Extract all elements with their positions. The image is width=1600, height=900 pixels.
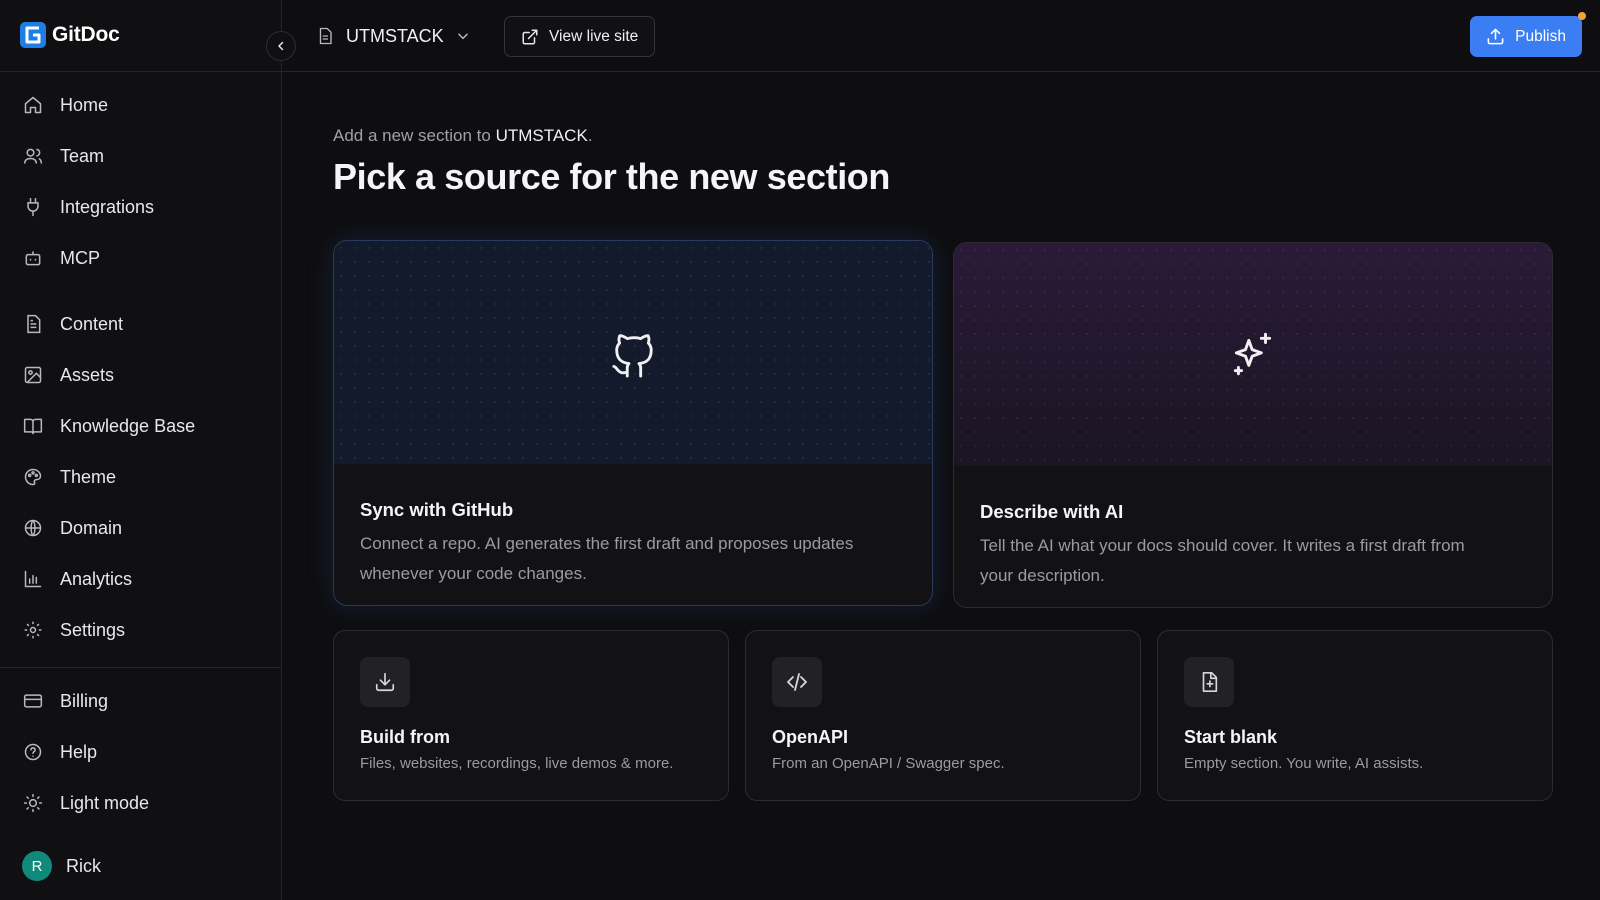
subtitle-suffix: . [587,126,593,145]
user-menu[interactable]: R Rick [22,850,262,882]
card-hero [334,241,932,464]
globe-icon [22,517,44,539]
book-icon [22,415,44,437]
card-description: Files, websites, recordings, live demos … [360,755,674,772]
sidebar-divider [0,667,282,668]
sidebar-item-label: Team [60,145,105,166]
page-subtitle: Add a new section to UTMSTACK. [333,126,593,146]
view-live-site-label: View live site [549,27,639,45]
card-hero [954,243,1552,466]
document-icon [316,27,334,45]
sidebar-item-label: Assets [60,364,115,385]
file-text-icon [22,313,44,335]
app-name: GitDoc [52,23,120,46]
publish-notification-dot [1578,12,1586,20]
image-icon [22,364,44,386]
sidebar-item-settings[interactable]: Settings [22,614,262,646]
palette-icon [22,466,44,488]
project-name: UTMSTACK [346,25,444,46]
view-live-site-button[interactable]: View live site [504,16,656,57]
start-blank-card[interactable]: Start blank Empty section. You write, AI… [1157,630,1553,801]
home-icon [22,94,44,116]
sparkles-icon [1228,330,1278,380]
sync-github-card[interactable]: Sync with GitHub Connect a repo. AI gene… [333,240,933,606]
collapse-sidebar-button[interactable] [266,31,296,61]
chevron-left-icon [275,40,287,52]
sun-icon [22,792,44,814]
publish-label: Publish [1515,27,1566,45]
sidebar-item-light-mode[interactable]: Light mode [22,787,262,819]
sidebar-item-analytics[interactable]: Analytics [22,563,262,595]
external-link-icon [521,28,539,46]
credit-card-icon [22,690,44,712]
sidebar-item-domain[interactable]: Domain [22,512,262,544]
sidebar-item-team[interactable]: Team [22,140,262,172]
sidebar-item-label: Integrations [60,196,155,217]
sidebar-item-label: Domain [60,517,123,538]
sidebar-item-label: Analytics [60,568,133,589]
robot-icon [22,247,44,269]
gitdoc-logo-icon [18,20,48,50]
sidebar-item-label: Help [60,741,98,762]
card-description: Tell the AI what your docs should cover.… [980,536,1465,585]
card-title: Start blank [1184,727,1278,747]
sidebar-item-label: Light mode [60,792,150,813]
user-name: Rick [66,855,101,876]
download-icon [374,671,396,693]
topbar: UTMSTACK View live site Publish [282,0,1600,72]
page-title: Pick a source for the new section [333,156,890,197]
card-icon-box [1184,657,1234,707]
card-title: OpenAPI [772,727,849,747]
gear-icon [22,619,44,641]
publish-button[interactable]: Publish [1470,16,1582,57]
card-title: Describe with AI [980,501,1124,522]
sidebar-item-label: Home [60,94,109,115]
sidebar-item-label: Billing [60,690,109,711]
sidebar-item-integrations[interactable]: Integrations [22,191,262,223]
github-icon [610,328,656,378]
chevron-down-icon [456,29,470,43]
plug-icon [22,196,44,218]
avatar: R [22,851,52,881]
sidebar-item-label: Knowledge Base [60,415,196,436]
openapi-card[interactable]: OpenAPI From an OpenAPI / Swagger spec. [745,630,1141,801]
card-icon-box [772,657,822,707]
sidebar-item-billing[interactable]: Billing [22,685,262,717]
sidebar-divider [0,71,282,72]
card-description: Connect a repo. AI generates the first d… [360,534,854,583]
sidebar: GitDoc Home Team Integrations MCP Conten… [0,0,282,900]
sidebar-item-assets[interactable]: Assets [22,359,262,391]
sidebar-item-home[interactable]: Home [22,89,262,121]
users-icon [22,145,44,167]
card-title: Build from [360,727,450,747]
sidebar-item-help[interactable]: Help [22,736,262,768]
subtitle-project: UTMSTACK [495,126,588,145]
bar-chart-icon [22,568,44,590]
help-circle-icon [22,741,44,763]
sidebar-item-label: Settings [60,619,126,640]
describe-ai-card[interactable]: Describe with AI Tell the AI what your d… [953,242,1553,608]
sidebar-item-label: MCP [60,247,100,268]
card-description: Empty section. You write, AI assists. [1184,755,1424,772]
card-description: From an OpenAPI / Swagger spec. [772,755,1005,772]
code-icon [785,670,809,694]
card-icon-box [360,657,410,707]
sidebar-item-theme[interactable]: Theme [22,461,262,493]
sidebar-item-content[interactable]: Content [22,308,262,340]
card-title: Sync with GitHub [360,499,514,520]
sidebar-item-label: Theme [60,466,117,487]
build-from-card[interactable]: Build from Files, websites, recordings, … [333,630,729,801]
file-plus-icon [1198,671,1220,693]
subtitle-prefix: Add a new section to [333,126,491,145]
sidebar-item-knowledge-base[interactable]: Knowledge Base [22,410,262,442]
upload-icon [1486,27,1505,46]
sidebar-item-mcp[interactable]: MCP [22,242,262,274]
sidebar-item-label: Content [60,313,124,334]
logo[interactable]: GitDoc [18,20,120,50]
project-selector[interactable]: UTMSTACK [316,20,470,52]
